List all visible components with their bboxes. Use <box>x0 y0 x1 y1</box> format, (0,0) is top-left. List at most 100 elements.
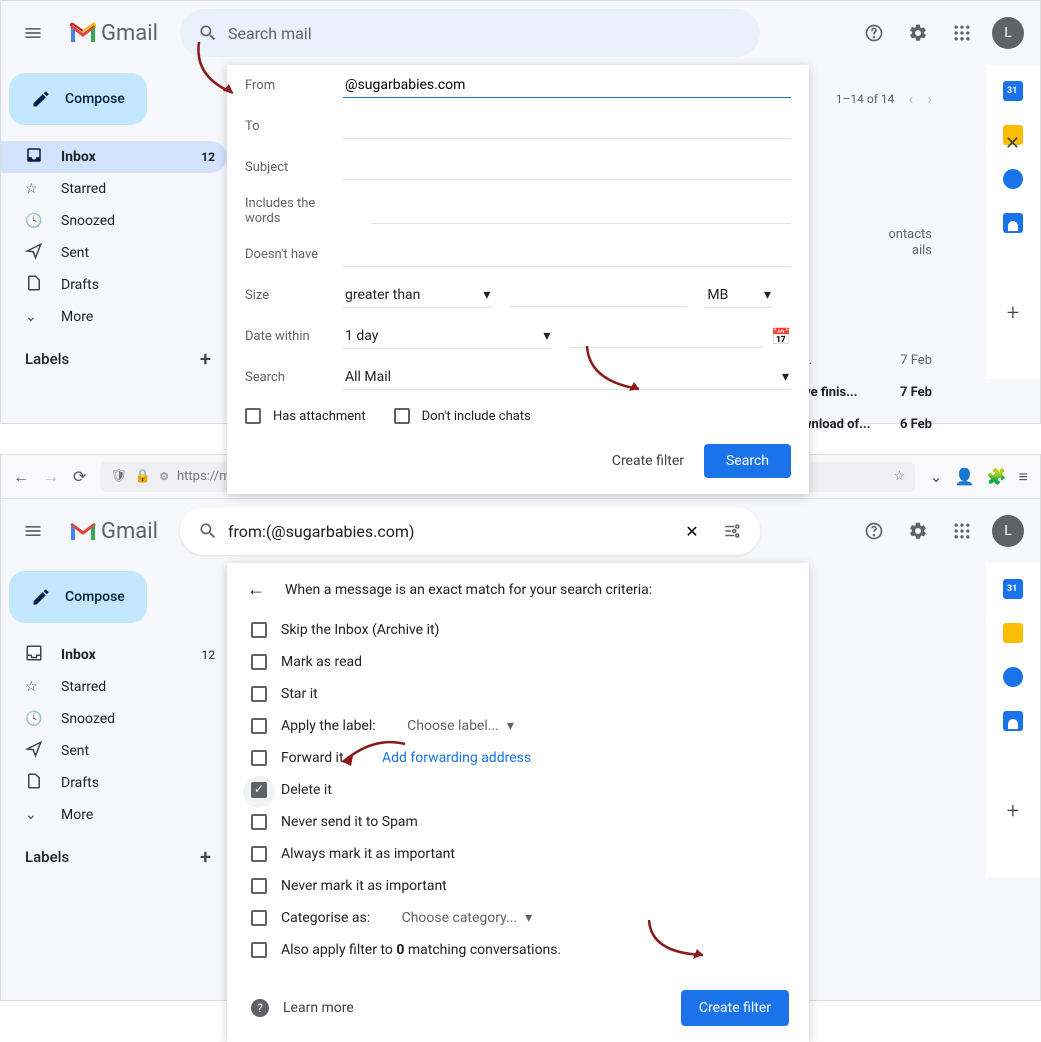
hamburger-menu-icon[interactable] <box>9 9 57 57</box>
sidebar-item-more[interactable]: ⌄More <box>1 799 227 831</box>
action-apply-label[interactable]: Apply the label: Choose label... ▾ <box>247 710 789 742</box>
browser-menu-icon[interactable]: ≡ <box>1019 467 1028 487</box>
mail-row-2[interactable]: 've finis...7 Feb <box>802 385 932 400</box>
shield-icon[interactable]: 🛡 <box>110 469 127 484</box>
action-never-spam[interactable]: Never send it to Spam <box>247 806 789 838</box>
mail-row-3[interactable]: wnload of...6 Feb <box>802 417 932 432</box>
add-app-icon[interactable]: + <box>1007 301 1019 326</box>
search-input[interactable] <box>228 522 672 541</box>
dont-include-chats-checkbox[interactable]: Don't include chats <box>394 408 531 424</box>
date-value-input[interactable] <box>570 326 763 348</box>
permissions-icon[interactable]: ⚙ <box>159 470 169 483</box>
settings-gear-icon[interactable] <box>898 13 938 53</box>
clear-search-icon[interactable]: ✕ <box>672 511 712 551</box>
help-icon[interactable] <box>854 511 894 551</box>
gmail-text: Gmail <box>101 519 158 544</box>
calendar-app-icon[interactable] <box>1003 579 1023 599</box>
keep-app-icon[interactable] <box>1003 623 1023 643</box>
create-filter-button[interactable]: Create filter <box>681 990 789 1026</box>
action-also-apply[interactable]: Also apply filter to 0 matching conversa… <box>247 934 789 966</box>
sidebar-item-starred[interactable]: ☆Starred <box>1 173 227 205</box>
add-label-icon[interactable]: + <box>200 845 211 869</box>
mail-row-1[interactable]: ...7 Feb <box>802 353 932 368</box>
sidebar-item-sent[interactable]: Sent <box>1 735 227 767</box>
lock-icon[interactable]: 🔒 <box>135 469 151 484</box>
extensions-icon[interactable]: 🧩 <box>987 467 1007 486</box>
calendar-icon[interactable]: 📅 <box>771 327 791 346</box>
gmail-logo[interactable]: Gmail <box>65 21 158 46</box>
date-range-select[interactable]: 1 day▾ <box>343 324 552 349</box>
back-arrow-icon[interactable]: ← <box>247 579 265 600</box>
add-forwarding-link[interactable]: Add forwarding address <box>382 750 531 766</box>
contacts-app-icon[interactable] <box>1003 711 1023 731</box>
close-icon[interactable]: ✕ <box>1005 133 1020 154</box>
subject-input[interactable] <box>343 155 791 180</box>
search-icon[interactable] <box>188 13 228 53</box>
sidebar-item-drafts[interactable]: Drafts <box>1 767 227 799</box>
doesnt-input[interactable] <box>343 242 791 267</box>
sidebar-item-starred[interactable]: ☆Starred <box>1 671 227 703</box>
action-categorise[interactable]: Categorise as: Choose category... ▾ <box>247 902 789 934</box>
search-scope-select[interactable]: All Mail▾ <box>343 365 791 390</box>
action-star[interactable]: Star it <box>247 678 789 710</box>
size-value-input[interactable] <box>510 285 687 307</box>
sidebar-item-more[interactable]: ⌄More <box>1 301 227 333</box>
help-icon[interactable] <box>854 13 894 53</box>
search-bar[interactable]: ✕ <box>180 507 760 555</box>
browser-forward-icon[interactable]: → <box>43 467 59 487</box>
account-avatar[interactable]: L <box>992 17 1024 49</box>
size-unit-select[interactable]: MB▾ <box>705 283 773 308</box>
from-input[interactable] <box>343 73 791 98</box>
includes-input[interactable] <box>371 199 791 224</box>
has-attachment-checkbox[interactable]: Has attachment <box>245 408 366 424</box>
hamburger-menu-icon[interactable] <box>9 507 57 555</box>
browser-back-icon[interactable]: ← <box>13 467 29 487</box>
search-bar[interactable] <box>180 9 760 57</box>
tasks-app-icon[interactable] <box>1003 169 1023 189</box>
bookmark-star-icon[interactable]: ☆ <box>894 469 906 484</box>
search-icon[interactable] <box>188 511 228 551</box>
apps-grid-icon[interactable] <box>942 13 982 53</box>
to-input[interactable] <box>343 114 791 139</box>
action-delete[interactable]: Delete it <box>247 774 789 806</box>
contacts-app-icon[interactable] <box>1003 213 1023 233</box>
sidebar-item-inbox[interactable]: Inbox 12 <box>1 639 227 671</box>
action-always-important[interactable]: Always mark it as important <box>247 838 789 870</box>
action-never-important[interactable]: Never mark it as important <box>247 870 789 902</box>
add-label-icon[interactable]: + <box>200 347 211 371</box>
search-input[interactable] <box>228 24 752 43</box>
apps-grid-icon[interactable] <box>942 511 982 551</box>
search-button[interactable]: Search <box>704 444 791 478</box>
account-icon[interactable]: 👤 <box>955 467 975 486</box>
action-mark-read[interactable]: Mark as read <box>247 646 789 678</box>
compose-button[interactable]: Compose <box>9 571 147 623</box>
compose-button[interactable]: Compose <box>9 73 147 125</box>
settings-gear-icon[interactable] <box>898 511 938 551</box>
sidebar-item-sent[interactable]: Sent <box>1 237 227 269</box>
sidebar-item-drafts[interactable]: Drafts <box>1 269 227 301</box>
action-skip-inbox[interactable]: Skip the Inbox (Archive it) <box>247 614 789 646</box>
learn-more-link[interactable]: ? Learn more <box>251 999 354 1017</box>
calendar-app-icon[interactable] <box>1003 81 1023 101</box>
tasks-app-icon[interactable] <box>1003 667 1023 687</box>
search-options-icon[interactable] <box>712 511 752 551</box>
next-page-icon[interactable]: › <box>927 89 932 108</box>
size-operator-select[interactable]: greater than▾ <box>343 283 492 308</box>
gmail-logo[interactable]: Gmail <box>65 519 158 544</box>
drafts-icon <box>25 274 45 296</box>
to-label: To <box>245 119 343 134</box>
create-filter-link[interactable]: Create filter <box>612 453 684 469</box>
side-panel: + <box>986 65 1040 379</box>
sidebar-item-inbox[interactable]: Inbox 12 <box>1 141 227 173</box>
choose-label-select[interactable]: Choose label... ▾ <box>407 718 514 734</box>
action-forward[interactable]: Forward it Add forwarding address <box>247 742 789 774</box>
header-icons: L <box>854 13 1032 53</box>
pocket-icon[interactable]: ⌄ <box>929 467 942 486</box>
account-avatar[interactable]: L <box>992 515 1024 547</box>
prev-page-icon[interactable]: ‹ <box>908 89 913 108</box>
sidebar-item-snoozed[interactable]: 🕓Snoozed <box>1 703 227 735</box>
choose-category-select[interactable]: Choose category... ▾ <box>402 910 533 926</box>
add-app-icon[interactable]: + <box>1007 799 1019 824</box>
browser-reload-icon[interactable]: ⟳ <box>73 467 86 486</box>
sidebar-item-snoozed[interactable]: 🕓Snoozed <box>1 205 227 237</box>
